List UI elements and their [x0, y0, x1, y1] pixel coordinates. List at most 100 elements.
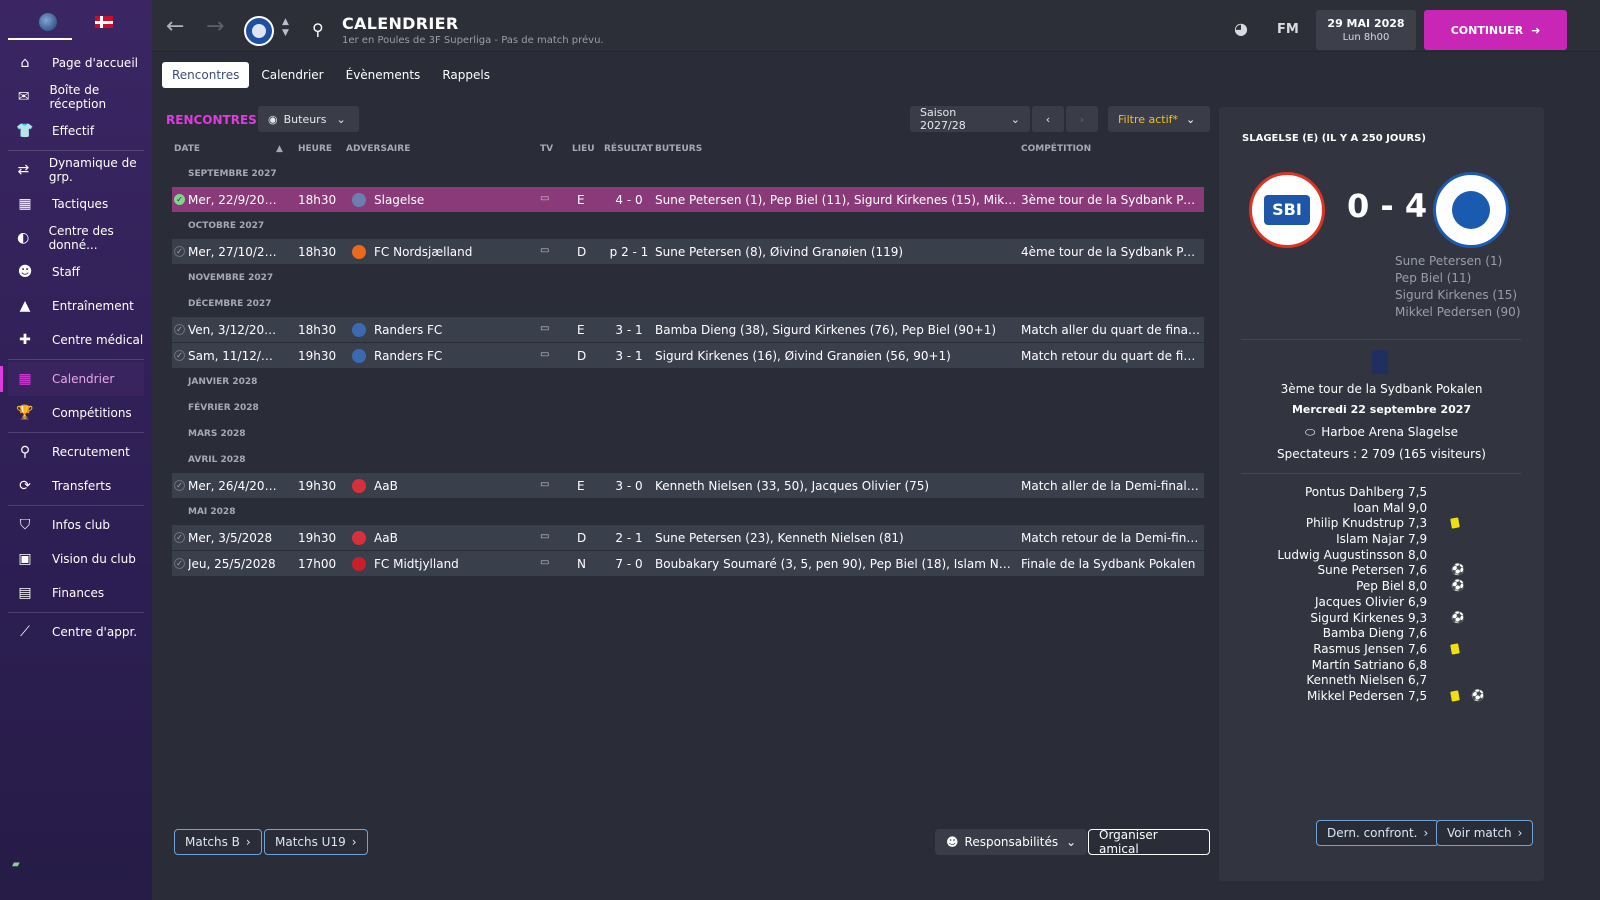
sidebar-item-2[interactable]: 👕 Effectif	[8, 114, 144, 148]
fm-menu-button[interactable]: FM	[1277, 22, 1299, 37]
table-row[interactable]: ✓ Mer, 3/5/2028 19h30 AaB ▭ D 2 - 1 Sune Peters…	[172, 525, 1204, 551]
sub-tabs: Rencontres Calendrier Évènements Rappels	[162, 62, 502, 88]
competition-name[interactable]: 3ème tour de la Sydbank Pokalen	[1219, 382, 1544, 396]
rating-row[interactable]: Ioan Mal 9,0	[1219, 501, 1544, 517]
rating-row[interactable]: Islam Najar 7,9	[1219, 532, 1544, 548]
opponent-cell[interactable]: Randers FC	[374, 323, 442, 337]
competition-cell[interactable]: 4ème tour de la Sydbank Pokalen	[1021, 245, 1201, 259]
sidebar-item-13[interactable]: ⛉ Infos club	[8, 508, 144, 542]
organise-friendly-button[interactable]: Organiser amical	[1088, 828, 1210, 856]
rating-row[interactable]: Mikkel Pedersen 7,5 ⚽	[1219, 689, 1544, 705]
stadium-name[interactable]: Harboe Arena Slagelse	[1321, 425, 1458, 439]
sidebar-item-10[interactable]: 🏆 Compétitions	[8, 396, 144, 430]
search-icon[interactable]: ⚲	[312, 20, 324, 39]
competition-cell[interactable]: Finale de la Sydbank Pokalen	[1021, 557, 1195, 571]
opponent-cell[interactable]: FC Nordsjælland	[374, 245, 472, 259]
rating-row[interactable]: Sigurd Kirkenes 9,3 ⚽	[1219, 611, 1544, 627]
col-opponent[interactable]: ADVERSAIRE	[346, 144, 410, 154]
matches-b-button[interactable]: Matchs B ›	[174, 829, 262, 855]
prev-season-button[interactable]: ‹	[1032, 106, 1064, 132]
time-cell: 18h30	[298, 323, 337, 337]
table-row[interactable]: ✓ Mer, 22/9/2027 18h30 Slagelse ▭ E 4 - 0 Sune …	[172, 187, 1204, 213]
rating-row[interactable]: Ludwig Augustinsson 8,0	[1219, 548, 1544, 564]
scorers-dropdown[interactable]: ◉ Buteurs ⌄	[258, 106, 359, 132]
continue-button[interactable]: CONTINUER ➜	[1424, 10, 1567, 50]
table-row[interactable]: ✓ Mer, 27/10/2027 18h30 FC Nordsjælland ▭ Dp …	[172, 239, 1204, 265]
rating-row[interactable]: Jacques Olivier 6,9	[1219, 595, 1544, 611]
rating-row[interactable]: Philip Knudstrup 7,3	[1219, 516, 1544, 532]
opponent-cell[interactable]: AaB	[374, 479, 398, 493]
last-meetings-button[interactable]: Dern. confront. ›	[1316, 820, 1440, 846]
table-row[interactable]: ✓Sam, 11/12/2027 19h30 Randers FC ▭ D 3 - 1 Si…	[172, 343, 1204, 369]
denmark-flag-icon[interactable]	[95, 16, 113, 28]
sidebar-item-8[interactable]: ✚ Centre médical	[8, 323, 144, 357]
played-check-icon: ✓	[174, 246, 185, 257]
sidebar-item-14[interactable]: ▣ Vision du club	[8, 542, 144, 576]
col-date[interactable]: DATE	[174, 144, 200, 154]
col-tv[interactable]: TV	[540, 144, 553, 154]
table-row[interactable]: ✓ Mer, 26/4/2028 19h30 AaB ▭ E 3 - 0 Kenneth Ni…	[172, 473, 1204, 499]
tactics-icon: ▦	[18, 196, 32, 212]
sidebar-item-5[interactable]: ◐ Centre des donné...	[8, 221, 144, 255]
player-name: Jacques Olivier	[1314, 594, 1404, 609]
forward-arrow-icon[interactable]: →	[206, 14, 224, 39]
sidebar-item-1[interactable]: ✉ Boîte de réception	[8, 80, 144, 114]
rating-row[interactable]: Bamba Dieng 7,6	[1219, 626, 1544, 642]
rating-row[interactable]: Rasmus Jensen 7,6	[1219, 642, 1544, 658]
opponent-cell[interactable]: FC Midtjylland	[374, 557, 459, 571]
sidebar-item-12[interactable]: ⟳ Transferts	[8, 469, 144, 503]
opponent-cell[interactable]: AaB	[374, 531, 398, 545]
tab-calendrier[interactable]: Calendrier	[251, 62, 333, 88]
tab-evenements[interactable]: Évènements	[336, 62, 431, 88]
col-competition[interactable]: COMPÉTITION	[1021, 144, 1091, 154]
slagelse-crest-icon[interactable]	[1249, 172, 1325, 248]
sidebar-item-3[interactable]: ⇄ Dynamique de grp.	[8, 153, 144, 187]
next-season-button[interactable]: ›	[1066, 106, 1098, 132]
view-match-button[interactable]: Voir match ›	[1436, 820, 1534, 846]
sidebar-item-15[interactable]: ▤ Finances	[8, 576, 144, 610]
month-header: JANVIER 2028	[172, 369, 1204, 395]
tab-rencontres[interactable]: Rencontres	[162, 62, 250, 88]
club-switch-arrows-icon[interactable]: ▲ ▼	[282, 17, 289, 39]
nav-group: ⌂ Page d'accueil ✉ Boîte de réception 👕 Effec…	[8, 44, 144, 150]
matches-u19-button[interactable]: Matchs U19 ›	[264, 829, 368, 855]
sidebar-item-label: Effectif	[52, 124, 95, 138]
sidebar-item-0[interactable]: ⌂ Page d'accueil	[8, 46, 144, 80]
table-row[interactable]: ✓ Ven, 3/12/2027 18h30 Randers FC ▭ E 3 - 1 Bam…	[172, 317, 1204, 343]
rating-row[interactable]: Martín Satriano 6,8	[1219, 658, 1544, 674]
sidebar-item-7[interactable]: ▲ Entraînement	[8, 289, 144, 323]
player-rating: 7,6	[1408, 563, 1428, 578]
sidebar-item-9[interactable]: ▦ Calendrier	[0, 362, 144, 396]
globe-icon[interactable]	[39, 13, 57, 31]
rating-row[interactable]: Pontus Dahlberg 7,5	[1219, 485, 1544, 501]
col-time[interactable]: HEURE	[298, 144, 332, 154]
fc-copenhagen-crest-icon[interactable]	[1433, 172, 1509, 248]
col-venue[interactable]: LIEU	[572, 144, 595, 154]
tab-rappels[interactable]: Rappels	[432, 62, 500, 88]
back-arrow-icon[interactable]: ←	[166, 14, 184, 39]
table-row[interactable]: ✓ Jeu, 25/5/2028 17h00 FC Midtjylland ▭ N 7 - …	[172, 551, 1204, 577]
competition-cell[interactable]: Match aller de la Demi-finale de la Sydb…	[1021, 479, 1201, 493]
competition-cell[interactable]: Match retour de la Demi-finale de la Syd…	[1021, 531, 1201, 545]
sidebar-item-label: Boîte de réception	[49, 83, 107, 111]
sidebar-item-6[interactable]: ☻ Staff	[8, 255, 144, 289]
season-dropdown[interactable]: Saison 2027/28 ⌄	[910, 106, 1030, 132]
col-result[interactable]: RÉSULTAT	[604, 144, 653, 154]
support-icon[interactable]: ◕	[1234, 19, 1248, 38]
rating-row[interactable]: Kenneth Nielsen 6,7	[1219, 673, 1544, 689]
club-crest-icon[interactable]	[244, 16, 274, 46]
competition-cell[interactable]: Match aller du quart de finale de la Syd…	[1021, 323, 1201, 337]
sidebar-item-11[interactable]: ⚲ Recrutement	[8, 435, 144, 469]
opponent-cell[interactable]: Randers FC	[374, 349, 442, 363]
rating-row[interactable]: Sune Petersen 7,6 ⚽	[1219, 563, 1544, 579]
sidebar-item-4[interactable]: ▦ Tactiques	[8, 187, 144, 221]
sidebar-item-16[interactable]: ⟋ Centre d'appr.	[8, 615, 144, 649]
game-date[interactable]: 29 MAI 2028 Lun 8h00	[1316, 10, 1416, 50]
competition-cell[interactable]: 3ème tour de la Sydbank Pokalen	[1021, 193, 1201, 207]
opponent-cell[interactable]: Slagelse	[374, 193, 424, 207]
col-scorers[interactable]: BUTEURS	[655, 144, 702, 154]
rating-row[interactable]: Pep Biel 8,0 ⚽	[1219, 579, 1544, 595]
competition-cell[interactable]: Match retour du quart de finale de la Sy…	[1021, 349, 1201, 363]
active-filter-dropdown[interactable]: Filtre actif* ⌄	[1108, 106, 1210, 132]
responsibilities-button[interactable]: ☻ Responsabilités ⌄	[935, 829, 1088, 855]
